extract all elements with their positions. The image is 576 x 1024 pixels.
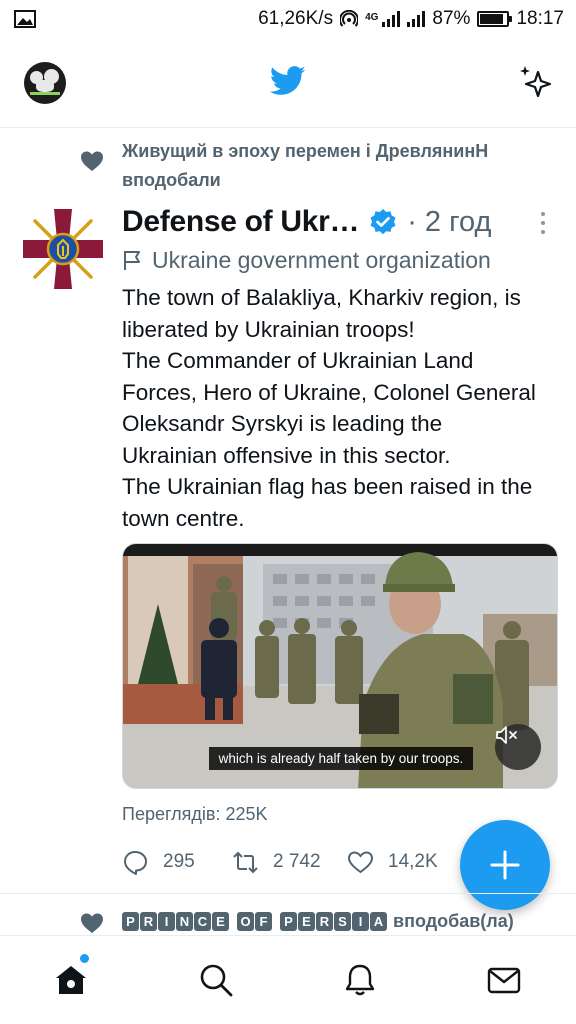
tweet-divider xyxy=(0,893,576,894)
video-caption: which is already half taken by our troop… xyxy=(123,747,557,770)
signal-icon-2 xyxy=(407,11,426,27)
social-context-text: Живущий в эпоху перемен і ДревлянинН впо… xyxy=(122,141,489,190)
messages-icon[interactable] xyxy=(486,962,522,998)
signal-icon-1 xyxy=(382,11,401,27)
tweet-text-line: The town of Balakliya, Kharkiv region, i… xyxy=(122,285,521,310)
retweet-button[interactable]: 2 742 xyxy=(232,849,347,876)
profile-avatar[interactable] xyxy=(24,62,66,104)
styled-name-part2: OF xyxy=(237,912,272,931)
like-button[interactable]: 14,2K xyxy=(347,849,457,876)
retweet-icon xyxy=(233,851,258,873)
affiliation-text: Ukraine government organization xyxy=(152,246,491,273)
bottom-navigation xyxy=(0,935,576,1024)
view-count: Переглядів: 225K xyxy=(122,804,268,824)
like-count: 14,2K xyxy=(388,851,438,872)
tweet-text-line: Forces, Hero of Ukraine, Colonel General xyxy=(122,379,536,405)
battery-icon xyxy=(477,11,513,27)
tweet-text-line: The Ukrainian flag has been raised in th… xyxy=(122,474,533,499)
gallery-notification-icon xyxy=(14,10,36,28)
tweet-actions: 295 2 742 14,2K xyxy=(122,845,457,879)
heart-icon xyxy=(81,913,103,933)
sparkle-icon[interactable] xyxy=(518,64,556,102)
mute-button[interactable] xyxy=(495,724,541,770)
tweet-separator: · xyxy=(407,205,417,238)
notifications-icon[interactable] xyxy=(342,962,378,998)
top-app-bar xyxy=(0,38,576,128)
affiliation-label: Ukraine government organization xyxy=(122,244,491,276)
author-avatar[interactable] xyxy=(20,206,106,292)
tweet-text-line: Oleksandr Syrskyi is leading the xyxy=(122,411,443,436)
next-social-context[interactable]: PRINCE OF PERSIA вподобав(ла) xyxy=(0,895,576,935)
status-bar: 61,26K/s 4G 87% 18:17 xyxy=(0,0,576,38)
tweet-text: The town of Balakliya, Kharkiv region, i… xyxy=(122,282,562,534)
tweet-video[interactable]: which is already half taken by our troop… xyxy=(122,543,558,789)
video-caption-text: which is already half taken by our troop… xyxy=(208,747,474,770)
battery-percent: 87% xyxy=(432,8,471,29)
social-context[interactable]: Живущий в эпоху перемен і ДревлянинН впо… xyxy=(0,128,576,198)
home-icon[interactable] xyxy=(53,962,89,998)
styled-name-part3: PERSIA xyxy=(280,912,387,931)
heart-icon xyxy=(81,151,103,171)
author-name[interactable]: Defense of Ukr… xyxy=(122,205,360,239)
clock: 18:17 xyxy=(516,8,564,29)
tweet-timestamp[interactable]: 2 год xyxy=(425,206,492,239)
tweet-text-line: liberated by Ukrainian troops! xyxy=(122,316,415,342)
network-type-label: 4G xyxy=(365,12,379,23)
retweet-count: 2 742 xyxy=(273,851,321,872)
network-speed: 61,26K/s xyxy=(258,8,334,29)
next-social-context-text: PRINCE OF PERSIA вподобав(ла) xyxy=(122,911,514,932)
styled-name-part1: PRINCE xyxy=(122,912,229,931)
more-options-icon[interactable] xyxy=(540,212,546,234)
muted-speaker-icon xyxy=(496,726,517,744)
like-icon xyxy=(347,850,374,873)
twitter-bird-icon[interactable] xyxy=(270,65,306,97)
tweet-header: Defense of Ukr… · 2 год xyxy=(122,200,562,244)
reply-count: 295 xyxy=(163,851,195,872)
plus-icon xyxy=(490,850,520,880)
hotspot-icon xyxy=(340,10,359,27)
search-icon[interactable] xyxy=(198,962,234,998)
reply-button[interactable]: 295 xyxy=(122,849,232,876)
home-notification-dot xyxy=(80,954,89,963)
reply-icon xyxy=(124,850,147,875)
liked-suffix: вподобав(ла) xyxy=(393,911,514,931)
tweet-text-line: The Commander of Ukrainian Land xyxy=(122,348,474,373)
flag-icon xyxy=(124,251,140,270)
verified-badge-icon xyxy=(370,209,396,235)
tweet-text-line: town centre. xyxy=(122,505,245,531)
tweet-text-line: Ukrainian offensive in this sector. xyxy=(122,442,451,468)
